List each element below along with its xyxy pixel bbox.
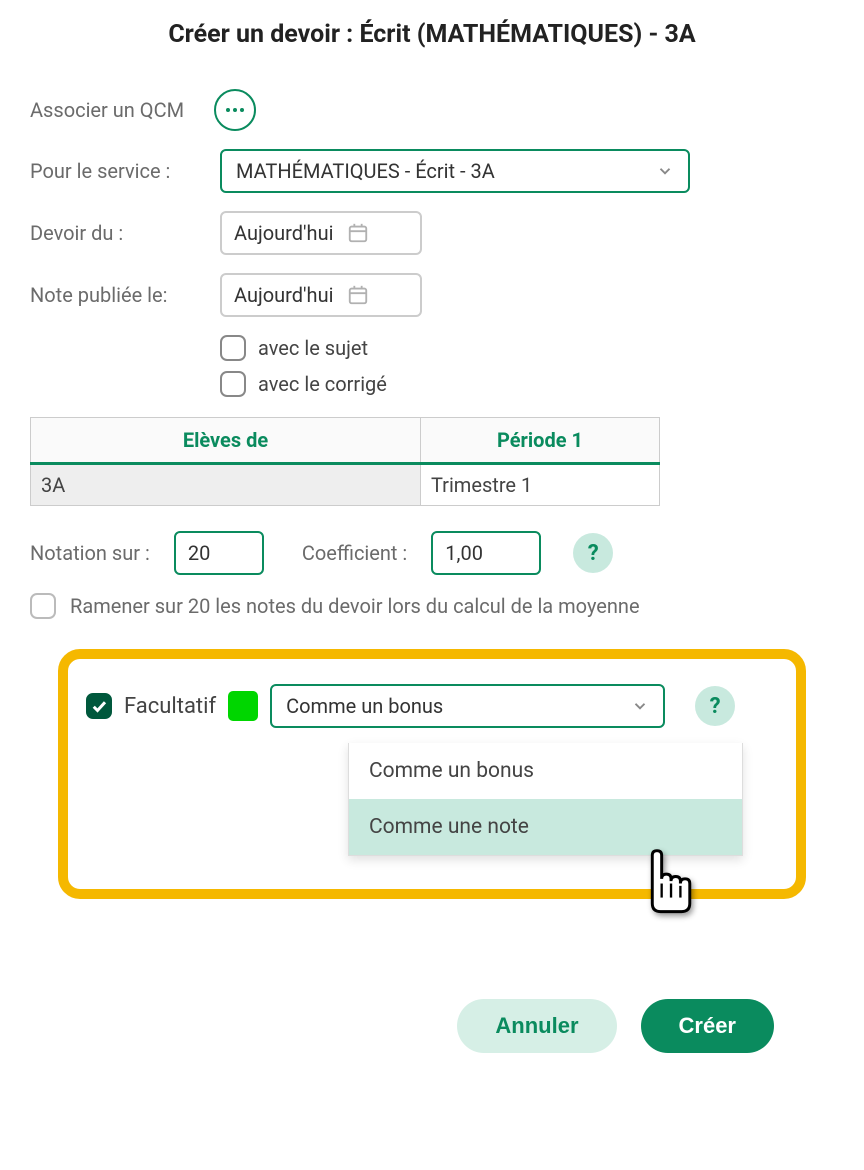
devoir-row: Devoir du : Aujourd'hui: [30, 211, 834, 255]
service-label: Pour le service :: [30, 159, 220, 183]
with-correction-label: avec le corrigé: [258, 372, 387, 396]
calendar-icon: [347, 222, 369, 244]
coeff-input[interactable]: 1,00: [431, 531, 541, 575]
help-button[interactable]: ?: [573, 533, 613, 573]
ellipsis-icon: [226, 108, 244, 112]
service-row: Pour le service : MATHÉMATIQUES - Écrit …: [30, 149, 834, 193]
service-select[interactable]: MATHÉMATIQUES - Écrit - 3A: [220, 149, 690, 193]
help-icon: ?: [710, 694, 721, 719]
normalize-checkbox[interactable]: [30, 593, 56, 619]
note-pub-label: Note publiée le:: [30, 283, 220, 307]
coeff-value: 1,00: [445, 541, 483, 565]
qcm-ellipsis-button[interactable]: [214, 89, 256, 131]
with-correction-checkbox[interactable]: [220, 371, 246, 397]
dropdown-option-bonus[interactable]: Comme un bonus: [349, 743, 742, 799]
notation-row: Notation sur : 20 Coefficient : 1,00 ?: [30, 531, 834, 575]
footer-buttons: Annuler Créer: [30, 999, 834, 1053]
notation-label: Notation sur :: [30, 541, 150, 565]
service-value: MATHÉMATIQUES - Écrit - 3A: [236, 159, 495, 183]
notation-input[interactable]: 20: [174, 531, 264, 575]
qcm-label: Associer un QCM: [30, 98, 184, 122]
color-swatch: [228, 691, 258, 721]
table-cell-period: Trimestre 1: [420, 464, 659, 506]
cancel-button[interactable]: Annuler: [457, 999, 616, 1053]
table-header-students: Elèves de: [31, 418, 421, 464]
facultatif-label: Facultatif: [124, 694, 216, 719]
table-header-period: Période 1: [420, 418, 659, 464]
check-icon: [90, 697, 108, 715]
with-correction-row: avec le corrigé: [220, 371, 834, 397]
calendar-icon: [347, 284, 369, 306]
note-pub-row: Note publiée le: Aujourd'hui: [30, 273, 834, 317]
coeff-label: Coefficient :: [302, 541, 407, 565]
students-table: Elèves de Période 1 3A Trimestre 1: [30, 417, 660, 506]
page-title: Créer un devoir : Écrit (MATHÉMATIQUES) …: [20, 20, 844, 49]
devoir-date-input[interactable]: Aujourd'hui: [220, 211, 422, 255]
facultatif-mode-select[interactable]: Comme un bonus: [270, 684, 665, 728]
notation-value: 20: [188, 541, 210, 565]
create-button[interactable]: Créer: [641, 999, 774, 1053]
cursor-pointer-icon: [628, 839, 700, 921]
devoir-label: Devoir du :: [30, 221, 220, 245]
facultatif-selected: Comme un bonus: [286, 694, 443, 718]
chevron-down-icon: [631, 697, 649, 715]
note-pub-value: Aujourd'hui: [234, 283, 333, 307]
help-icon: ?: [588, 541, 599, 566]
facultatif-row: Facultatif Comme un bonus ?: [86, 684, 778, 728]
with-subject-row: avec le sujet: [220, 335, 834, 361]
qcm-row: Associer un QCM: [30, 89, 834, 131]
table-row: 3A Trimestre 1: [31, 464, 660, 506]
normalize-row: Ramener sur 20 les notes du devoir lors …: [30, 593, 834, 619]
with-subject-label: avec le sujet: [258, 336, 368, 360]
note-pub-date-input[interactable]: Aujourd'hui: [220, 273, 422, 317]
chevron-down-icon: [656, 162, 674, 180]
help-button[interactable]: ?: [695, 686, 735, 726]
devoir-date-value: Aujourd'hui: [234, 221, 333, 245]
normalize-label: Ramener sur 20 les notes du devoir lors …: [70, 594, 640, 618]
facultatif-checkbox[interactable]: [86, 693, 112, 719]
facultatif-highlight: Facultatif Comme un bonus ? Comme un bon…: [58, 649, 806, 899]
with-subject-checkbox[interactable]: [220, 335, 246, 361]
table-cell-class: 3A: [31, 464, 421, 506]
